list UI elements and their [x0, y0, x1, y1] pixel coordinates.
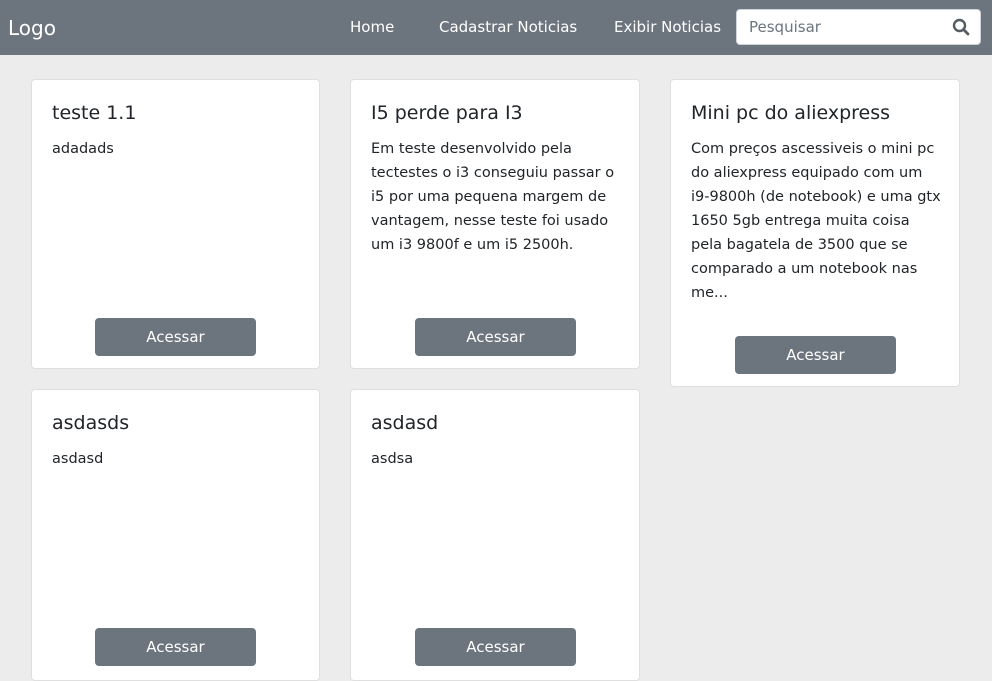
card-text: asdsa	[371, 451, 414, 467]
news-card: Mini pc do aliexpress Com preços ascessi…	[670, 79, 960, 387]
acessar-button[interactable]: Acessar	[95, 628, 256, 666]
card-text: Em teste desenvolvido pela tectestes o i…	[371, 141, 615, 253]
news-card: asdasd asdsa Acessar	[350, 389, 640, 681]
acessar-button[interactable]: Acessar	[95, 318, 256, 356]
card-title: asdasd	[371, 412, 439, 434]
card-text: Com preços ascessiveis o mini pc do alie…	[691, 141, 941, 301]
search-icon[interactable]	[952, 18, 970, 36]
card-title: asdasds	[52, 412, 130, 434]
search-input[interactable]	[737, 10, 947, 44]
card-text: asdasd	[52, 451, 104, 467]
acessar-button[interactable]: Acessar	[415, 628, 576, 666]
news-card: asdasds asdasd Acessar	[31, 389, 320, 681]
acessar-button[interactable]: Acessar	[735, 336, 896, 374]
navbar: Logo Home Cadastrar Noticias Exibir Noti…	[0, 0, 992, 55]
card-title: I5 perde para I3	[371, 102, 523, 124]
search-box	[736, 9, 981, 45]
logo[interactable]: Logo	[8, 14, 56, 42]
news-card: I5 perde para I3 Em teste desenvolvido p…	[350, 79, 640, 369]
card-text: adadads	[52, 141, 114, 157]
card-title: Mini pc do aliexpress	[691, 102, 891, 124]
nav-link-exibir-noticias[interactable]: Exibir Noticias	[614, 17, 721, 37]
nav-link-cadastrar-noticias[interactable]: Cadastrar Noticias	[439, 17, 577, 37]
acessar-button[interactable]: Acessar	[415, 318, 576, 356]
card-title: teste 1.1	[52, 102, 137, 124]
news-card: teste 1.1 adadads Acessar	[31, 79, 320, 369]
nav-link-home[interactable]: Home	[350, 17, 394, 37]
